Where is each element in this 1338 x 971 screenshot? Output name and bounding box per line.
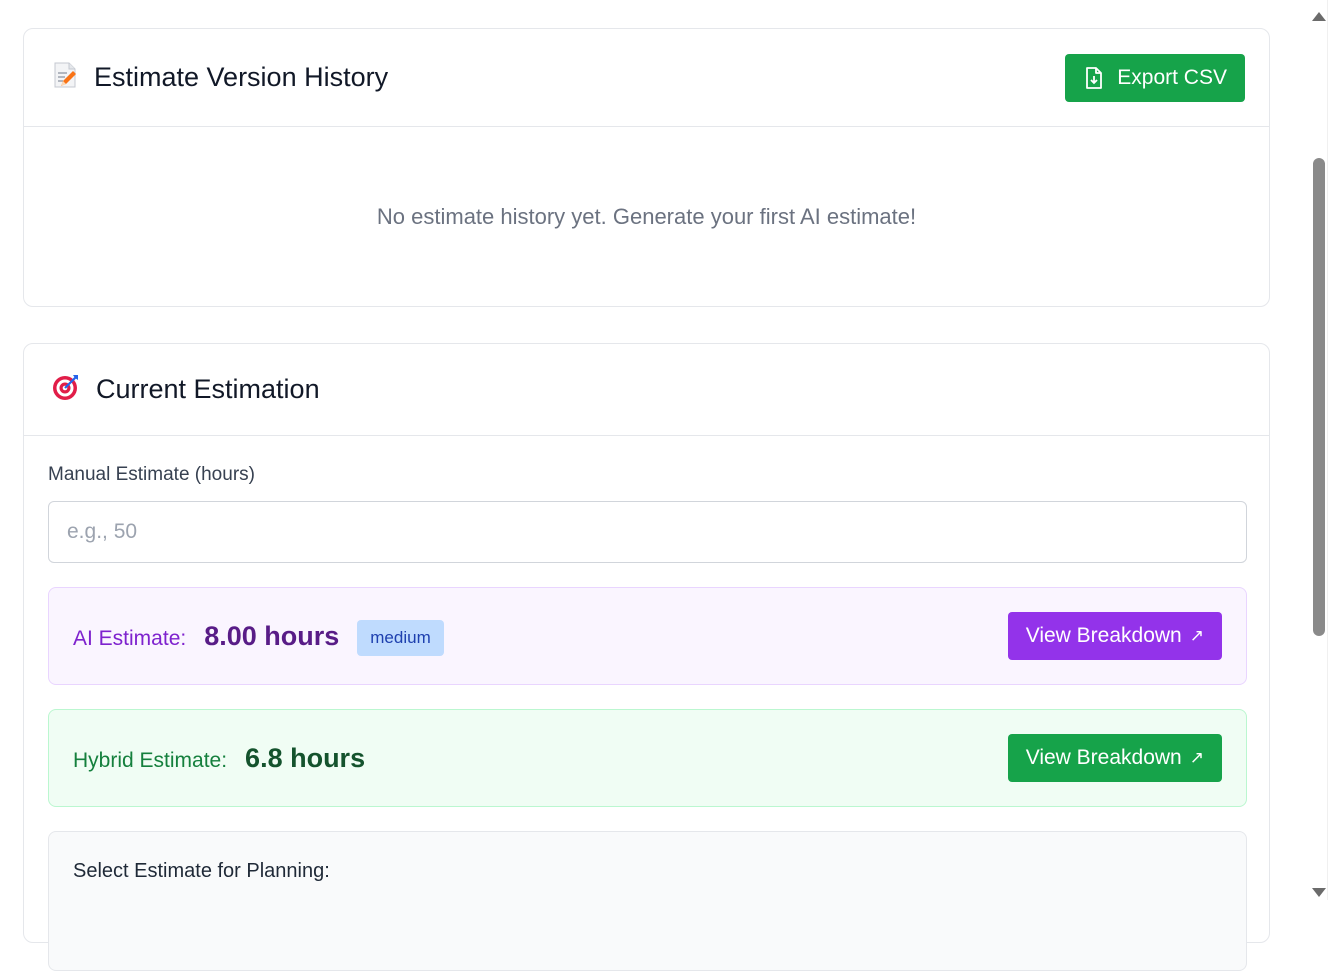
export-csv-button[interactable]: Export CSV <box>1065 53 1245 102</box>
empty-history-message: No estimate history yet. Generate your f… <box>376 204 917 229</box>
target-icon <box>52 373 80 406</box>
history-card: Estimate Version History Export CSV No e… <box>23 28 1270 307</box>
current-estimation-card: Current Estimation Manual Estimate (hour… <box>23 343 1270 971</box>
ai-estimate-label: AI Estimate: <box>73 627 187 650</box>
select-estimate-section: Select Estimate for Planning: <box>48 831 1247 971</box>
manual-estimate-label: Manual Estimate (hours) <box>48 464 255 485</box>
external-link-icon: ↗ <box>1189 748 1204 767</box>
scroll-down-arrow-icon[interactable] <box>1312 888 1326 897</box>
external-link-icon: ↗ <box>1189 626 1204 645</box>
memo-icon <box>52 61 78 94</box>
hybrid-view-breakdown-button[interactable]: View Breakdown ↗ <box>1007 734 1222 782</box>
file-download-icon <box>1086 66 1103 89</box>
export-csv-label: Export CSV <box>1117 65 1227 89</box>
hybrid-estimate-label: Hybrid Estimate: <box>73 749 228 772</box>
ai-view-breakdown-label: View Breakdown <box>1025 624 1182 647</box>
scroll-up-arrow-icon[interactable] <box>1312 12 1326 21</box>
manual-estimate-input[interactable] <box>48 501 1247 563</box>
complexity-badge: medium <box>357 620 444 656</box>
history-header: Estimate Version History Export CSV <box>24 29 1269 127</box>
ai-view-breakdown-button[interactable]: View Breakdown ↗ <box>1007 612 1222 660</box>
window-edge <box>1327 0 1338 900</box>
history-title: Estimate Version History <box>94 62 389 92</box>
hybrid-estimate-box: Hybrid Estimate: 6.8 hours View Breakdow… <box>48 709 1247 807</box>
vertical-scrollbar[interactable] <box>1310 0 1328 900</box>
select-estimate-label: Select Estimate for Planning: <box>73 860 330 882</box>
current-header: Current Estimation <box>24 344 1269 436</box>
ai-estimate-value: 8.00 hours <box>204 620 340 651</box>
ai-estimate-box: AI Estimate: 8.00 hours medium View Brea… <box>48 587 1247 685</box>
hybrid-view-breakdown-label: View Breakdown <box>1025 746 1182 769</box>
current-title: Current Estimation <box>96 374 320 404</box>
hybrid-estimate-value: 6.8 hours <box>245 742 366 773</box>
scrollbar-thumb[interactable] <box>1313 158 1325 636</box>
